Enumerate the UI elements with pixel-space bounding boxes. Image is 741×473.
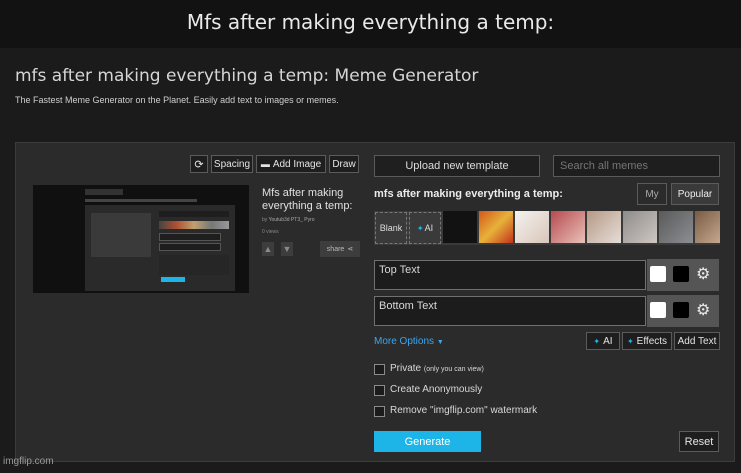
bottom-text-field[interactable]: Bottom Text (374, 296, 646, 326)
upload-template-button[interactable]: Upload new template (374, 155, 540, 177)
template-thumb-1[interactable] (443, 211, 477, 243)
meme-caption: Mfs after making everything a temp: (186, 10, 555, 34)
nested-panel (85, 205, 235, 291)
bottom-text-color-white[interactable] (650, 302, 666, 318)
private-label: Private (only you can view) (390, 363, 484, 374)
nested-preview (91, 213, 151, 257)
blank-label: Blank (379, 223, 403, 233)
ai-text-button[interactable]: ✦ AI (586, 332, 620, 350)
rotate-icon: ⟳ (194, 158, 204, 171)
nested-generate (161, 277, 185, 282)
tab-my[interactable]: My (637, 183, 667, 205)
rotate-button[interactable]: ⟳ (190, 155, 208, 173)
top-text-color-white[interactable] (650, 266, 666, 282)
remove-watermark-label: Remove "imgflip.com" watermark (390, 405, 538, 416)
blank-template[interactable]: Blank (375, 212, 407, 244)
ai-template[interactable]: ✦ AI (409, 212, 441, 244)
author-prefix: by (262, 217, 268, 223)
more-options-link[interactable]: More Options ▼ (374, 336, 444, 347)
effects-label: Effects (636, 335, 668, 347)
private-note: (only you can view) (423, 366, 484, 373)
image-icon: ▬ (260, 159, 270, 169)
nested-logo (85, 189, 123, 195)
add-image-button[interactable]: ▬ Add Image (256, 155, 326, 173)
page-subtitle: The Fastest Meme Generator on the Planet… (15, 95, 339, 105)
sparkle-icon: ✦ (626, 336, 634, 346)
nested-top (159, 233, 221, 241)
spacing-button[interactable]: Spacing (211, 155, 253, 173)
upvote-button[interactable]: ▲ (262, 242, 274, 256)
arrow-down-icon: ▼ (282, 244, 292, 254)
top-text-color-black[interactable] (673, 266, 689, 282)
remove-watermark-checkbox[interactable] (374, 406, 385, 417)
share-icon: ⋖ (347, 246, 354, 253)
nested-bottom (159, 243, 221, 251)
add-image-label: Add Image (272, 158, 322, 170)
preview-author: by Youtub3d PT3_ Pyro (262, 217, 315, 223)
meme-preview-image[interactable] (33, 185, 249, 293)
template-thumb-6[interactable] (623, 211, 657, 243)
search-memes-input[interactable] (553, 155, 720, 177)
ai-label: AI (424, 223, 434, 233)
caret-down-icon: ▼ (436, 339, 444, 346)
arrow-up-icon: ▲ (263, 244, 273, 254)
template-title: mfs after making everything a temp: (374, 188, 563, 200)
reset-button[interactable]: Reset (679, 431, 719, 452)
downvote-button[interactable]: ▼ (281, 242, 293, 256)
template-thumb-3[interactable] (515, 211, 549, 243)
bottom-text-color-black[interactable] (673, 302, 689, 318)
nested-thumbs (159, 221, 229, 229)
share-label: share (326, 245, 345, 253)
bottom-text-style-bar: ⚙ (647, 295, 719, 327)
meme-generator-panel: ⟳ Spacing ▬ Add Image Draw Mfs after mak… (15, 142, 735, 462)
template-thumb-4[interactable] (551, 211, 585, 243)
top-text-style-bar: ⚙ (647, 259, 719, 291)
template-thumb-2[interactable] (479, 211, 513, 243)
anonymous-label: Create Anonymously (390, 384, 483, 395)
private-text: Private (390, 363, 422, 374)
anonymous-checkbox[interactable] (374, 385, 385, 396)
gear-icon[interactable]: ⚙ (696, 264, 710, 284)
generate-button[interactable]: Generate (374, 431, 481, 452)
screenshot-area: mfs after making everything a temp: Meme… (0, 48, 741, 473)
template-strip: Blank ✦ AI (374, 211, 720, 245)
template-thumb-5[interactable] (587, 211, 621, 243)
private-checkbox[interactable] (374, 364, 385, 375)
imgflip-watermark: imgflip.com (3, 456, 54, 467)
draw-button[interactable]: Draw (329, 155, 359, 173)
nested-upload (159, 211, 229, 217)
add-text-button[interactable]: Add Text (674, 332, 720, 350)
template-thumb-8[interactable] (695, 211, 720, 243)
template-thumb-7[interactable] (659, 211, 693, 243)
preview-views: 0 views (262, 229, 279, 235)
ai-text-label: AI (603, 335, 613, 347)
effects-button[interactable]: ✦ Effects (622, 332, 672, 350)
gear-icon[interactable]: ⚙ (696, 300, 710, 320)
preview-title: Mfs after making everything a temp: (262, 187, 353, 212)
nested-title-line (85, 199, 197, 202)
sparkle-icon: ✦ (416, 223, 424, 233)
page-title: mfs after making everything a temp: Meme… (15, 66, 479, 86)
tab-popular[interactable]: Popular (671, 183, 719, 205)
top-text-field[interactable]: Top Text (374, 260, 646, 290)
more-options-label: More Options (374, 336, 435, 347)
share-button[interactable]: share ⋖ (320, 241, 360, 257)
author-name[interactable]: Youtub3d PT3_ Pyro (269, 217, 315, 223)
sparkle-icon: ✦ (593, 336, 601, 346)
nested-options (159, 255, 229, 275)
